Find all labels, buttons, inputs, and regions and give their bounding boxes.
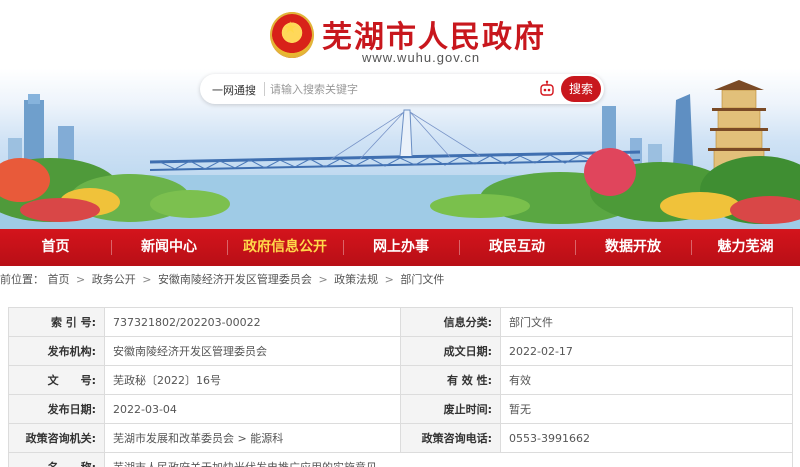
info-value: 芜政秘〔2022〕16号 [104,365,401,395]
info-key: 政策咨询机关: [8,423,105,453]
info-key: 索 引 号: [8,307,105,337]
info-value: 2022-02-17 [500,336,793,366]
breadcrumb-item[interactable]: 首页 [48,273,70,286]
star-icon: ★ [283,18,298,37]
document-info-table: 索 引 号: 737321802/202203-00022 信息分类: 部门文件… [8,307,793,467]
nav-item-home[interactable]: 首页 [0,229,111,266]
info-value: 737321802/202203-00022 [104,307,401,337]
info-key: 信息分类: [400,307,501,337]
info-key: 名 称: [8,452,105,467]
info-value: 有效 [500,365,793,395]
breadcrumb-prefix: 前位置： [0,273,44,286]
info-value: 部门文件 [500,307,793,337]
search-input[interactable] [270,79,500,99]
nav-item-online-services[interactable]: 网上办事 [343,229,459,266]
info-value: 芜湖市发展和改革委员会 > 能源科 [104,423,401,453]
breadcrumb-item-current[interactable]: 部门文件 [400,273,444,286]
document-title-value: 芜湖市人民政府关于加快光伏发电推广应用的实施意见 [104,452,793,467]
nav-item-charm-wuhu[interactable]: 魅力芜湖 [691,229,800,266]
nav-item-news[interactable]: 新闻中心 [111,229,227,266]
nav-item-interaction[interactable]: 政民互动 [459,229,575,266]
breadcrumb-item[interactable]: 政务公开 [92,273,136,286]
info-key: 废止时间: [400,394,501,424]
info-value: 2022-03-04 [104,394,401,424]
info-value: 暂无 [500,394,793,424]
info-key: 发布机构: [8,336,105,366]
info-key: 成文日期: [400,336,501,366]
table-row: 政策咨询机关: 芜湖市发展和改革委员会 > 能源科 政策咨询电话: 0553-3… [8,423,793,453]
search-button[interactable]: 搜索 [561,76,601,102]
table-row: 名 称: 芜湖市人民政府关于加快光伏发电推广应用的实施意见 [8,452,793,467]
breadcrumb-separator: > [142,273,152,286]
search-bar: 一网通搜 搜索 [200,74,604,104]
nav-item-gov-info[interactable]: 政府信息公开 [227,229,343,266]
search-scope-label[interactable]: 一网通搜 [212,82,256,98]
info-key: 政策咨询电话: [400,423,501,453]
nav-item-open-data[interactable]: 数据开放 [575,229,691,266]
site-url: www.wuhu.gov.cn [362,50,481,65]
info-value: 0553-3991662 [500,423,793,453]
breadcrumb-separator: > [318,273,328,286]
info-value: 安徽南陵经济开发区管理委员会 [104,336,401,366]
info-key: 有 效 性: [400,365,501,395]
table-row: 发布日期: 2022-03-04 废止时间: 暂无 [8,394,793,424]
breadcrumb-separator: > [76,273,86,286]
search-divider [264,82,265,96]
robot-assistant-icon[interactable] [538,80,556,98]
breadcrumb-separator: > [384,273,394,286]
breadcrumb-item[interactable]: 政策法规 [334,273,378,286]
breadcrumb-item[interactable]: 安徽南陵经济开发区管理委员会 [158,273,312,286]
national-emblem-icon: ★ [270,12,314,58]
table-row: 索 引 号: 737321802/202203-00022 信息分类: 部门文件 [8,307,793,337]
header-banner: ★ 芜湖市人民政府 www.wuhu.gov.cn 一网通搜 搜索 [0,0,800,229]
info-key: 文 号: [8,365,105,395]
breadcrumb: 前位置： 首页 > 政务公开 > 安徽南陵经济开发区管理委员会 > 政策法规 >… [0,268,800,292]
main-nav: 首页 新闻中心 政府信息公开 网上办事 政民互动 数据开放 魅力芜湖 [0,229,800,266]
info-key: 发布日期: [8,394,105,424]
table-row: 发布机构: 安徽南陵经济开发区管理委员会 成文日期: 2022-02-17 [8,336,793,366]
site-logo[interactable]: ★ 芜湖市人民政府 www.wuhu.gov.cn [270,10,544,66]
table-row: 文 号: 芜政秘〔2022〕16号 有 效 性: 有效 [8,365,793,395]
